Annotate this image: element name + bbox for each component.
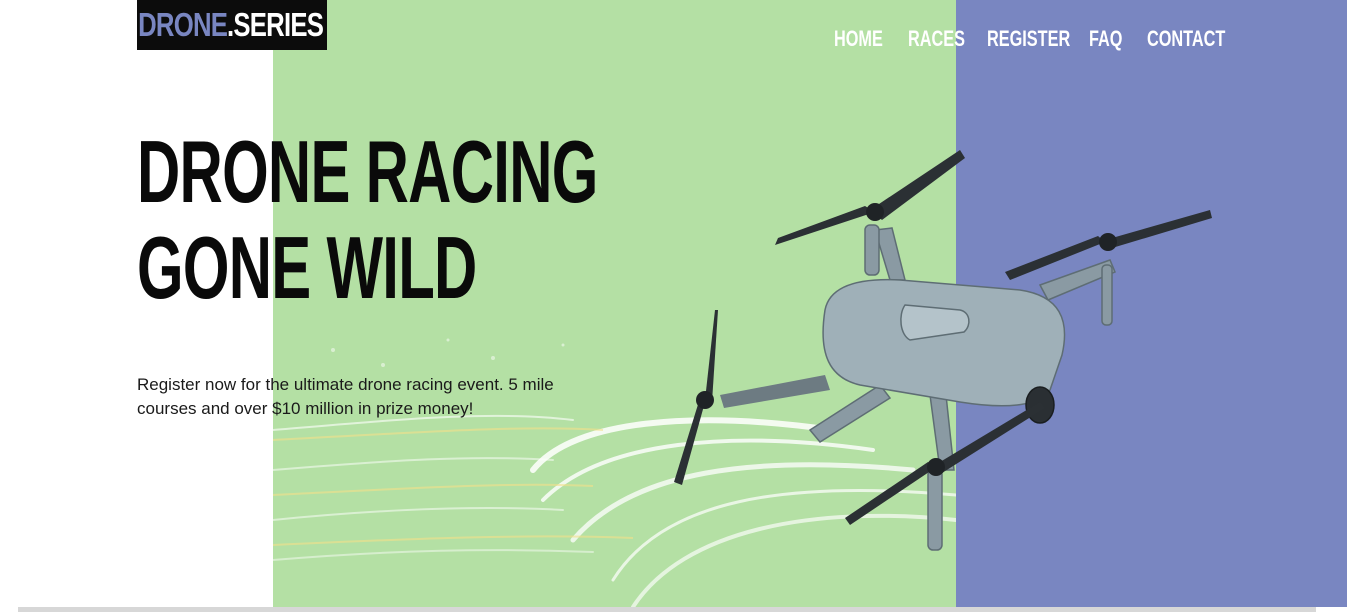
logo-text-drone: DRONE xyxy=(138,6,228,43)
nav-races[interactable]: RACES xyxy=(908,26,965,52)
page: DRONE .SERIES HOME RACES REGISTER FAQ CON… xyxy=(0,0,1347,612)
hero-title-line-1: DRONE RACING xyxy=(137,122,598,221)
nav-faq[interactable]: FAQ xyxy=(1089,26,1122,52)
horizontal-scrollbar[interactable] xyxy=(18,607,1316,612)
hero-title-line-2: GONE WILD xyxy=(137,218,477,317)
nav-contact[interactable]: CONTACT xyxy=(1147,26,1225,52)
drone-icon xyxy=(674,150,1212,551)
nav-register[interactable]: REGISTER xyxy=(987,26,1070,52)
site-logo[interactable]: DRONE .SERIES xyxy=(137,0,327,50)
logo-text-series: .SERIES xyxy=(227,6,324,43)
nav-home[interactable]: HOME xyxy=(834,26,883,52)
hero-title: DRONE RACING GONE WILD xyxy=(137,124,598,316)
hero-description: Register now for the ultimate drone raci… xyxy=(137,375,554,418)
